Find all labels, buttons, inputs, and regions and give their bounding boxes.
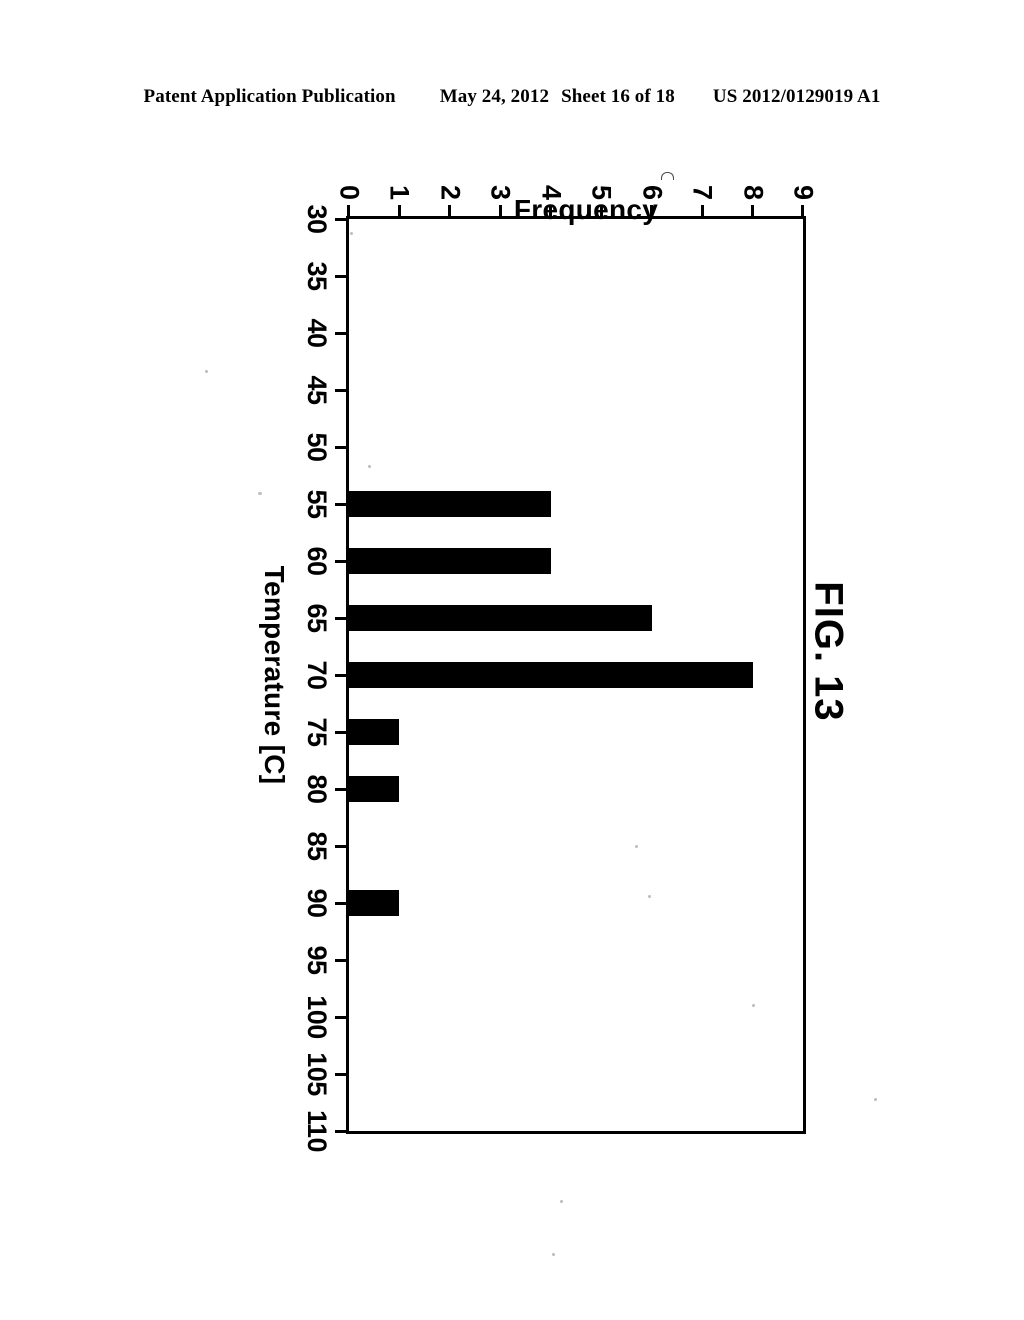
x-tick [335, 1015, 346, 1019]
bar [349, 605, 652, 631]
x-tick-label: 30 [302, 204, 332, 234]
y-tick-label: 0 [334, 184, 365, 200]
x-tick [335, 1072, 346, 1076]
bar [349, 719, 400, 745]
x-tick-label: 45 [302, 375, 332, 405]
x-tick-label: 40 [302, 318, 332, 348]
x-tick [335, 901, 346, 905]
x-tick [335, 502, 346, 506]
x-tick-label: 50 [302, 432, 332, 462]
x-tick [335, 1129, 346, 1133]
y-axis-title: Frequency [513, 194, 659, 225]
bar [349, 548, 551, 574]
x-tick [335, 445, 346, 449]
scan-speck [258, 492, 262, 495]
scan-speck [874, 1098, 877, 1101]
bar [349, 491, 551, 517]
page-header: Patent Application Publication May 24, 2… [0, 86, 1024, 114]
scan-artifact [661, 172, 674, 180]
x-tick-label: 55 [302, 489, 332, 519]
x-axis-ticks: 30 35 40 45 50 55 60 65 70 75 80 85 90 95 100 105 110 [292, 204, 346, 1152]
sheet-number: Sheet 16 of 18 [561, 86, 675, 107]
x-tick [335, 559, 346, 563]
x-axis-title: Temperature [C] [259, 565, 290, 785]
scan-speck [205, 370, 208, 373]
x-tick [335, 673, 346, 677]
figure-caption: FIG. 13 [806, 581, 851, 722]
x-tick-label: 110 [302, 1109, 332, 1153]
x-tick-label: 35 [302, 261, 332, 291]
scan-speck [648, 895, 651, 898]
chart-plot-frame [346, 216, 806, 1134]
x-tick [335, 730, 346, 734]
scan-speck [552, 1253, 555, 1256]
scan-speck [752, 1004, 755, 1007]
bar [349, 662, 753, 688]
x-tick [335, 958, 346, 962]
x-tick [335, 274, 346, 278]
x-tick-label: 85 [302, 831, 332, 861]
x-tick [335, 787, 346, 791]
x-tick [335, 844, 346, 848]
x-tick-label: 80 [302, 774, 332, 804]
x-tick-label: 75 [302, 717, 332, 747]
x-tick [335, 217, 346, 221]
publication-title: Patent Application Publication [143, 86, 396, 107]
x-tick-label: 90 [302, 888, 332, 918]
x-tick-label: 65 [302, 603, 332, 633]
bar [349, 776, 400, 802]
y-tick [801, 205, 805, 216]
bar [349, 890, 400, 916]
x-tick-label: 95 [302, 945, 332, 975]
chart-plot-area [349, 219, 803, 1131]
y-tick [397, 205, 401, 216]
x-tick [335, 331, 346, 335]
y-tick-label: 9 [788, 184, 819, 200]
x-tick [335, 616, 346, 620]
scan-speck [368, 465, 371, 468]
scan-speck [350, 232, 353, 235]
figure-13: 0123456789 30 35 40 45 50 55 60 65 70 75 80 85 90 95 1… [162, 180, 862, 1152]
scan-speck [635, 845, 638, 848]
scan-speck [560, 1200, 563, 1203]
x-tick-label: 100 [302, 995, 332, 1039]
publication-date: May 24, 2012 [439, 86, 550, 107]
y-tick [347, 205, 351, 216]
x-tick-label: 60 [302, 546, 332, 576]
patent-number: US 2012/0129019 A1 [712, 86, 881, 107]
x-tick [335, 388, 346, 392]
x-tick-label: 70 [302, 660, 332, 690]
x-tick-label: 105 [302, 1052, 332, 1096]
